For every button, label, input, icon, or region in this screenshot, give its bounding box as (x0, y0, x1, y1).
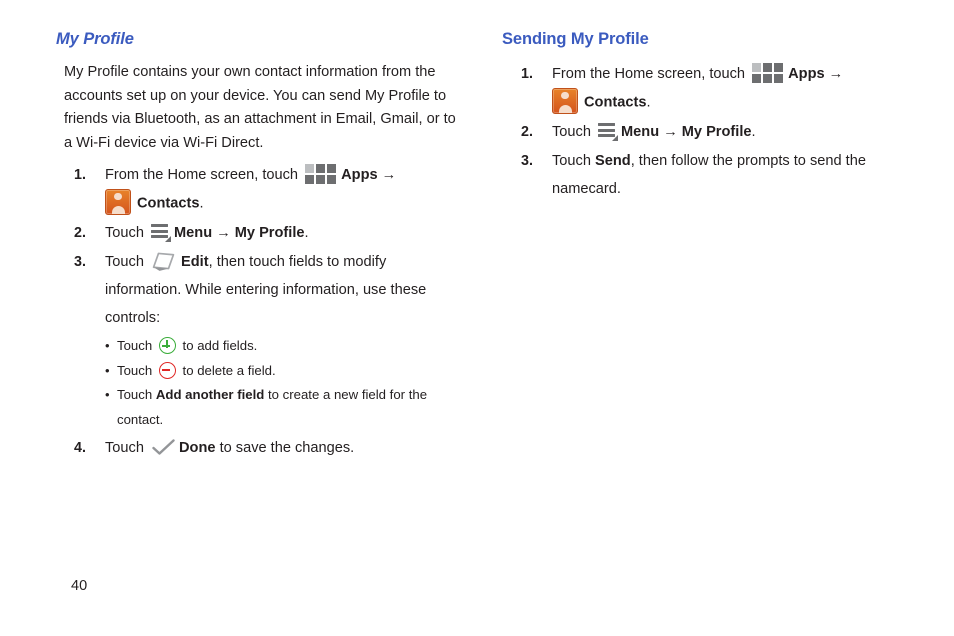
intro-paragraph: My Profile contains your own contact inf… (64, 64, 456, 151)
step-number: 3. (74, 254, 86, 271)
right-steps-list: 1. From the Home screen, touch Apps → Co… (502, 60, 902, 203)
delete-circle-icon[interactable] (158, 361, 176, 379)
list-item: • Touch Add another field to create a ne… (105, 383, 456, 432)
step-period: . (646, 94, 651, 111)
arrow-icon: → (381, 167, 397, 184)
bullet-post-text: to add fields. (182, 338, 258, 354)
list-item: 2. Touch Menu → My Profile. (502, 118, 902, 146)
step-number: 4. (74, 440, 86, 457)
edit-pencil-icon[interactable] (151, 251, 176, 271)
apps-grid-icon[interactable] (305, 164, 337, 185)
step-number: 3. (521, 153, 533, 170)
step-text: Touch (105, 225, 144, 242)
step-text: Touch (552, 124, 591, 141)
step-text-2: to save the changes. (219, 440, 355, 457)
target-label: My Profile (681, 124, 752, 141)
bullet-dot: • (105, 338, 110, 354)
page-title: My Profile (56, 30, 134, 48)
list-item: 1. From the Home screen, touch Apps → Co… (502, 60, 902, 117)
done-label: Done (179, 440, 216, 457)
list-item: 1. From the Home screen, touch Apps → Co… (56, 161, 456, 218)
contacts-icon[interactable] (105, 189, 131, 216)
list-item: 4. Touch Done to save the changes. (56, 434, 456, 462)
step-number: 1. (521, 66, 533, 83)
done-check-icon[interactable] (152, 438, 175, 455)
add-another-field-label: Add another field (155, 387, 265, 403)
list-item: 2. Touch Menu → My Profile. (56, 219, 456, 247)
step-period: . (199, 195, 204, 212)
apps-label: Apps (341, 167, 378, 184)
list-item: 3. Touch Send, then follow the prompts t… (502, 147, 902, 203)
step-text: From the Home screen, touch (552, 66, 746, 83)
document-page: My Profile My Profile contains your own … (0, 0, 954, 636)
bullet-dot: • (105, 362, 110, 378)
step-period: . (751, 124, 756, 141)
step-text: From the Home screen, touch (105, 167, 299, 184)
bullet-pre-text: Touch (117, 387, 153, 403)
arrow-icon: → (216, 225, 231, 242)
bullet-post-text: to delete a field. (182, 362, 276, 378)
page-number: 40 (71, 578, 88, 594)
bullet-pre-text: Touch (117, 338, 153, 354)
menu-icon[interactable] (598, 122, 619, 142)
menu-label: Menu (174, 225, 213, 242)
arrow-icon: → (828, 66, 844, 83)
step-period: . (304, 225, 309, 242)
list-item: • Touch to add fields. (105, 334, 456, 359)
target-label: My Profile (234, 225, 305, 242)
step-text: Touch (105, 440, 144, 457)
menu-label: Menu (621, 124, 660, 141)
send-label: Send (595, 153, 631, 170)
apps-label: Apps (788, 66, 825, 83)
list-item: • Touch to delete a field. (105, 359, 456, 384)
menu-icon[interactable] (151, 223, 172, 243)
step-text: Touch (552, 153, 591, 170)
right-column: Sending My Profile 1. From the Home scre… (502, 30, 902, 204)
contacts-icon[interactable] (552, 88, 578, 115)
arrow-icon: → (663, 124, 678, 141)
bullet-dot: • (105, 387, 110, 403)
bullet-pre-text: Touch (117, 362, 153, 378)
step-number: 2. (74, 225, 86, 242)
step-text: Touch (105, 254, 144, 271)
contacts-label: Contacts (584, 94, 647, 111)
apps-grid-icon[interactable] (752, 63, 784, 84)
list-item: 3. Touch Edit, then touch fields to modi… (56, 248, 456, 432)
contacts-label: Contacts (137, 195, 200, 212)
edit-label: Edit (181, 254, 209, 271)
step-number: 2. (521, 124, 533, 141)
left-steps-list: 1. From the Home screen, touch Apps → Co… (56, 161, 456, 462)
add-circle-icon[interactable] (158, 337, 176, 355)
left-column: My Profile My Profile contains your own … (56, 30, 456, 463)
step-number: 1. (74, 167, 86, 184)
section-title-sending-my-profile: Sending My Profile (502, 30, 649, 48)
controls-bullet-list: • Touch to add fields. • Touch to delete… (105, 334, 456, 432)
